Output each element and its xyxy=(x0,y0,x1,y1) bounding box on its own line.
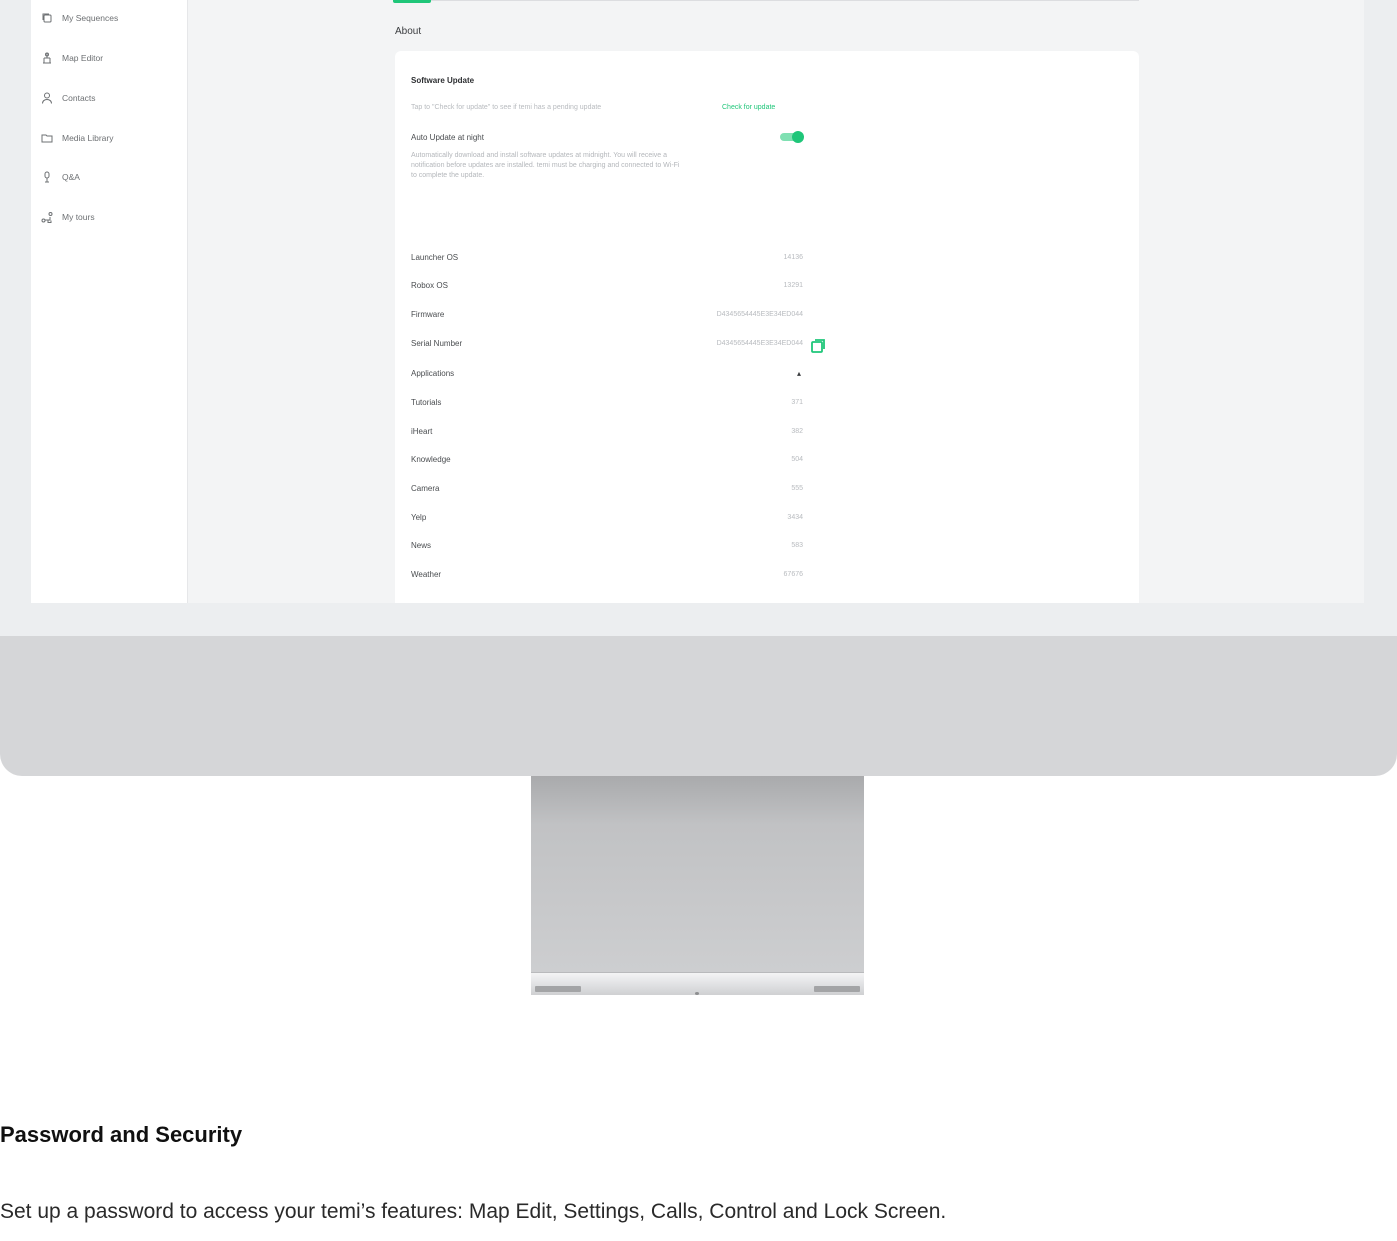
monitor-frame: My Sequences Map Editor Contacts Media L… xyxy=(0,0,1397,776)
auto-update-description: Automatically download and install softw… xyxy=(411,152,680,179)
page-heading: Password and Security xyxy=(0,1122,243,1147)
info-row-launcher-os: Launcher OS 14136 xyxy=(411,253,803,267)
base-foot-left xyxy=(535,986,581,992)
info-row-label: Firmware xyxy=(411,310,445,319)
copy-icon[interactable] xyxy=(810,338,826,354)
sidebar-item-my-tours[interactable]: My tours xyxy=(41,207,95,227)
sequences-icon xyxy=(42,13,52,23)
page-description: Set up a password to access your temi’s … xyxy=(0,1200,947,1223)
info-row-label: Knowledge xyxy=(411,455,451,464)
monitor-base xyxy=(531,972,864,995)
sidebar-item-label: My Sequences xyxy=(62,13,119,23)
info-row-yelp: Yelp 3434 xyxy=(411,513,803,527)
info-row-value: 3434 xyxy=(787,514,803,521)
info-row-value: 382 xyxy=(791,428,803,435)
info-row-weather: Weather 67676 xyxy=(411,570,803,584)
sidebar-item-map-editor[interactable]: Map Editor xyxy=(41,48,103,68)
info-row-knowledge: Knowledge 504 xyxy=(411,455,803,469)
sidebar-item-qa[interactable]: Q&A xyxy=(41,167,80,187)
toggle-knob xyxy=(792,131,804,143)
monitor-stand xyxy=(531,776,864,972)
info-row-iheart: iHeart 382 xyxy=(411,427,803,441)
info-row-value: 371 xyxy=(791,399,803,406)
app-screen: My Sequences Map Editor Contacts Media L… xyxy=(31,0,1364,603)
info-row-tutorials: Tutorials 371 xyxy=(411,398,803,412)
info-row-camera: Camera 555 xyxy=(411,484,803,498)
folder-icon xyxy=(41,134,53,143)
sidebar-item-label: Q&A xyxy=(62,172,80,182)
sidebar-item-my-sequences[interactable]: My Sequences xyxy=(41,8,118,28)
sidebar-item-label: My tours xyxy=(62,212,95,222)
base-foot-right xyxy=(814,986,860,992)
info-row-value: 504 xyxy=(791,456,803,463)
info-row-value: D4345654445E3E34ED044 xyxy=(716,340,803,347)
info-row-label: iHeart xyxy=(411,427,433,436)
sidebar-item-contacts[interactable]: Contacts xyxy=(41,88,96,108)
sidebar: My Sequences Map Editor Contacts Media L… xyxy=(31,0,188,603)
info-row-serial-number: Serial Number D4345654445E3E34ED044 xyxy=(411,339,803,353)
info-row-label: Serial Number xyxy=(411,339,463,348)
sidebar-item-label: Map Editor xyxy=(62,53,104,63)
auto-update-toggle[interactable] xyxy=(780,131,804,143)
microphone-icon xyxy=(44,171,50,183)
main-content: About Software Update Tap to "Check for … xyxy=(188,0,1364,603)
sidebar-item-label: Media Library xyxy=(62,133,114,143)
active-tab-indicator xyxy=(393,0,431,3)
info-row-label: Tutorials xyxy=(411,398,442,407)
map-editor-icon xyxy=(43,52,51,64)
update-hint: Tap to "Check for update" to see if temi… xyxy=(411,104,602,111)
check-for-update-link[interactable]: Check for update xyxy=(722,104,775,111)
sidebar-item-media-library[interactable]: Media Library xyxy=(41,128,114,148)
tours-icon xyxy=(41,212,53,223)
info-row-label: Yelp xyxy=(411,513,427,522)
info-row-label: News xyxy=(411,541,432,550)
info-row-value: 14136 xyxy=(783,254,803,261)
about-card: Software Update Tap to "Check for update… xyxy=(395,51,1139,603)
info-row-label: Applications xyxy=(411,369,455,378)
info-row-label: Launcher OS xyxy=(411,253,459,262)
collapse-caret-icon[interactable]: ▴ xyxy=(797,369,801,378)
info-row-label: Camera xyxy=(411,484,440,493)
section-title: About xyxy=(395,26,422,37)
monitor-bezel: My Sequences Map Editor Contacts Media L… xyxy=(0,0,1397,636)
contacts-icon xyxy=(42,92,52,104)
info-row-value: 67676 xyxy=(783,571,803,578)
info-row-value: 13291 xyxy=(783,282,803,289)
info-row-news: News 583 xyxy=(411,541,803,555)
info-row-label: Weather xyxy=(411,570,442,579)
tab-divider xyxy=(431,0,1139,1)
base-indicator xyxy=(695,992,699,995)
info-row-label: Robox OS xyxy=(411,281,448,290)
auto-update-label: Auto Update at night xyxy=(411,133,484,142)
info-row-applications[interactable]: Applications ▴ xyxy=(411,369,803,383)
software-update-title: Software Update xyxy=(411,76,475,85)
info-row-firmware: Firmware D4345654445E3E34ED044 xyxy=(411,310,803,324)
info-row-robox-os: Robox OS 13291 xyxy=(411,281,803,295)
info-row-value: 583 xyxy=(791,542,803,549)
sidebar-item-label: Contacts xyxy=(62,93,96,103)
info-row-value: 555 xyxy=(791,485,803,492)
info-row-value: D4345654445E3E34ED044 xyxy=(716,311,803,318)
